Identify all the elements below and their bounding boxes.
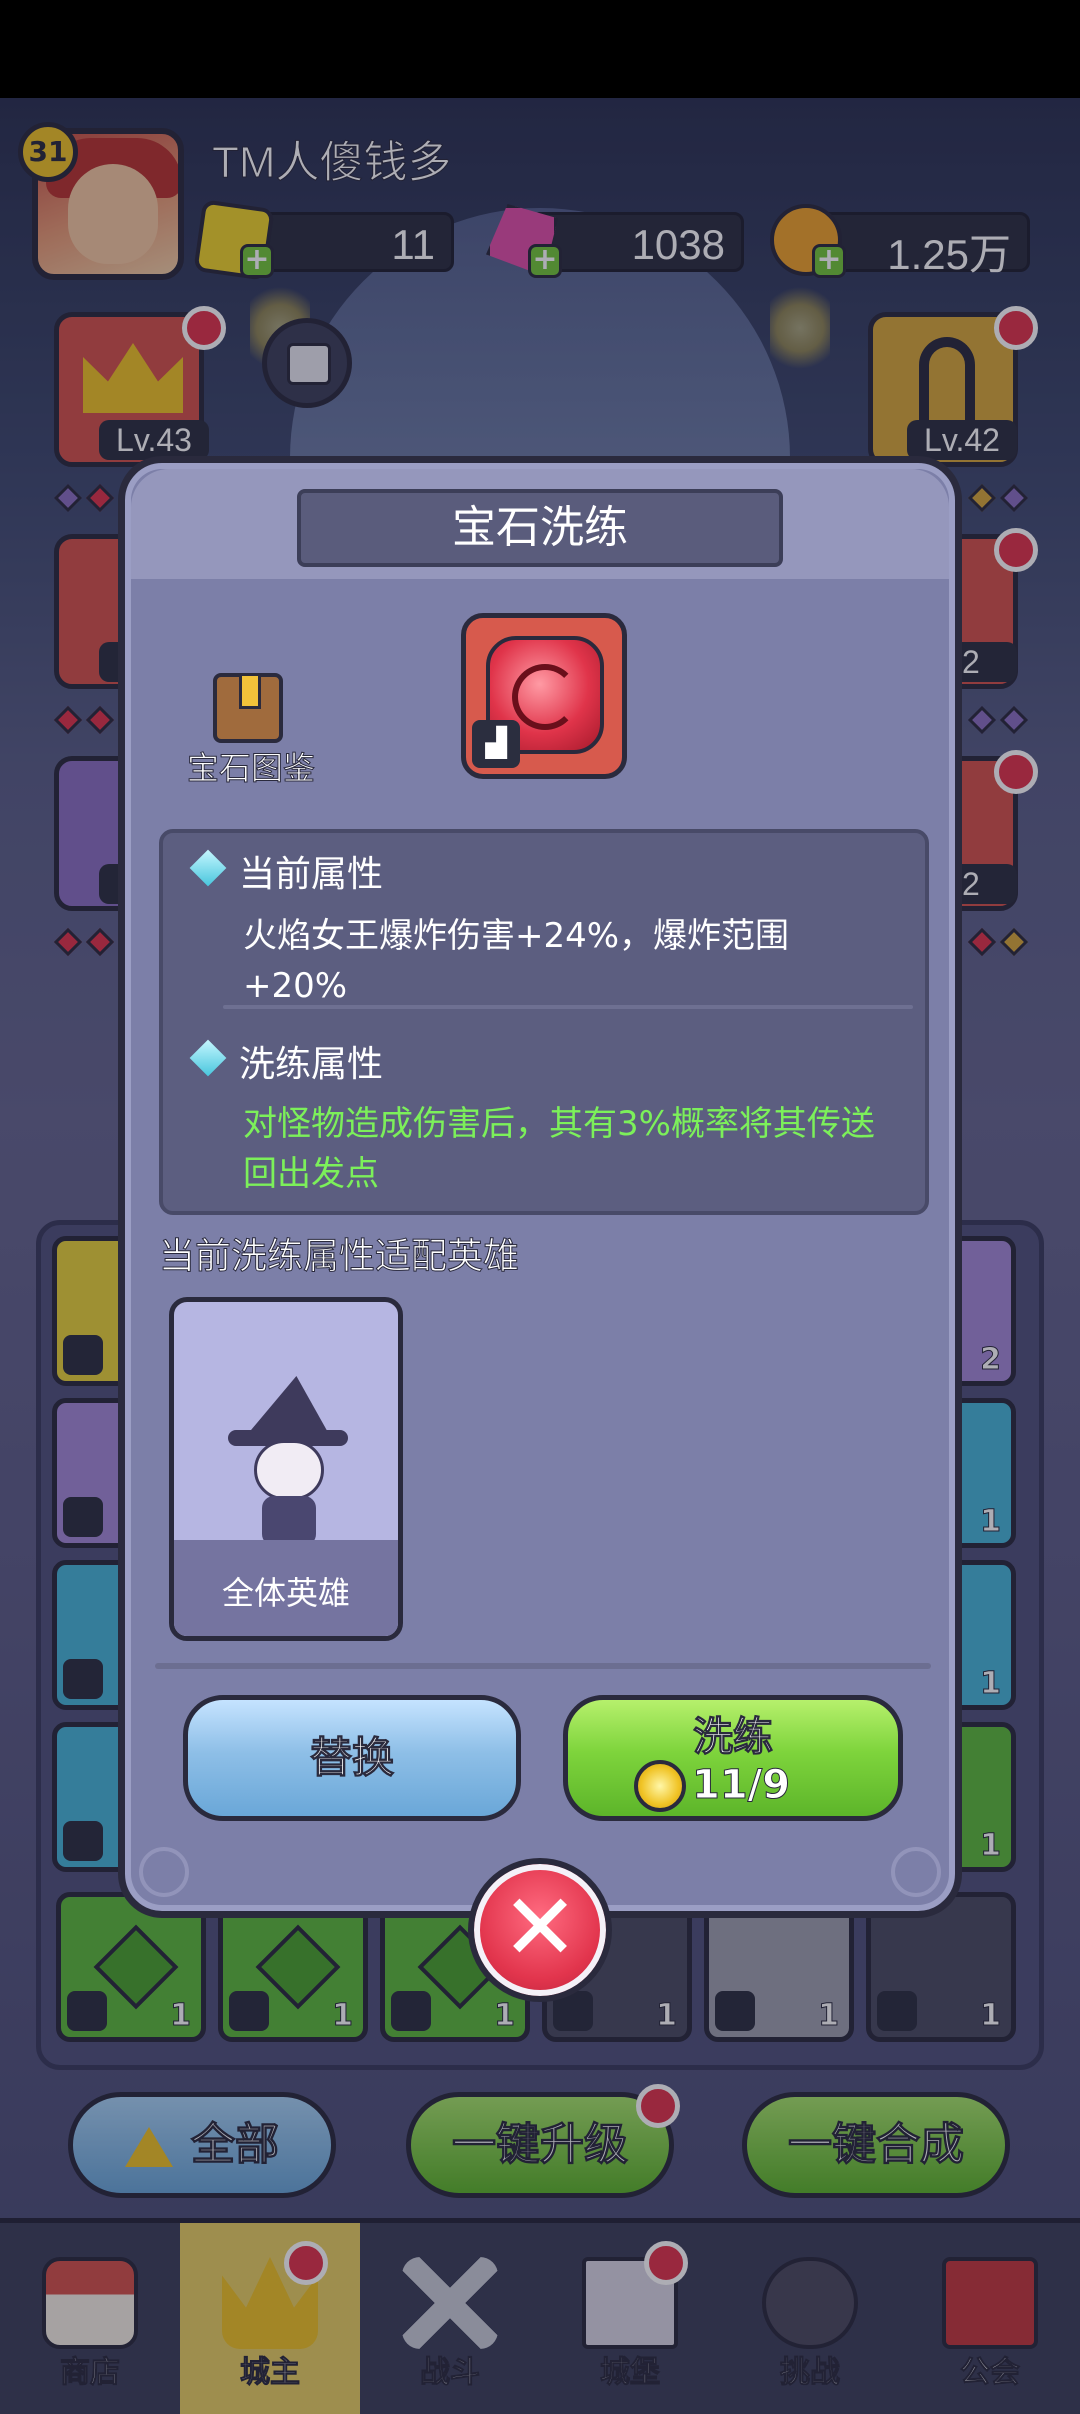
attribute-panel: 当前属性 火焰女王爆炸伤害+24%，爆炸范围+20% 洗练属性 对怪物造成伤害后… bbox=[159, 829, 929, 1215]
replace-button[interactable]: 替换 bbox=[183, 1695, 521, 1821]
current-attribute-text: 火焰女王爆炸伤害+24%，爆炸范围+20% bbox=[243, 916, 790, 1006]
gem-refine-dialog: 宝石洗练 宝石图鉴 ▟ 当前属性 火焰女王爆炸伤害+24%，爆炸范围+20% 洗… bbox=[118, 456, 962, 1918]
dialog-title: 宝石洗练 bbox=[297, 489, 783, 567]
close-icon: ✕ bbox=[501, 1874, 579, 1981]
refine-label: 洗练 bbox=[693, 1714, 774, 1761]
coin-icon bbox=[634, 1760, 686, 1812]
witch-hat-icon bbox=[246, 1376, 330, 1436]
attribute-divider bbox=[223, 1005, 913, 1009]
replace-label: 替换 bbox=[309, 1733, 394, 1783]
hero-card-all[interactable]: 全体英雄 bbox=[169, 1297, 403, 1641]
corner-ornament bbox=[139, 1847, 189, 1897]
refine-cost: 11/9 bbox=[691, 1762, 791, 1809]
selected-gem[interactable]: ▟ bbox=[461, 613, 627, 779]
hero-card-label: 全体英雄 bbox=[221, 1574, 350, 1612]
gem-codex-label: 宝石图鉴 bbox=[186, 749, 315, 788]
spiral-icon bbox=[512, 664, 578, 730]
refine-attribute-text: 对怪物造成伤害后，其有3%概率将其传送回出发点 bbox=[243, 1104, 875, 1194]
refine-attribute-title: 洗练属性 bbox=[239, 1044, 384, 1085]
book-icon bbox=[213, 673, 283, 743]
close-button[interactable]: ✕ bbox=[468, 1858, 612, 2002]
diamond-bullet-icon bbox=[189, 849, 227, 887]
gem-codex-button[interactable]: 宝石图鉴 bbox=[171, 673, 316, 793]
dialog-divider bbox=[155, 1663, 931, 1669]
diamond-bullet-icon bbox=[189, 1039, 227, 1077]
corner-ornament bbox=[891, 1847, 941, 1897]
boot-icon: ▟ bbox=[472, 720, 520, 768]
suitable-heroes-label: 当前洗练属性适配英雄 bbox=[158, 1236, 520, 1278]
refine-button[interactable]: 洗练 11/9 bbox=[563, 1695, 903, 1821]
hero-body bbox=[262, 1496, 316, 1546]
hero-head bbox=[254, 1440, 324, 1500]
current-attribute-title: 当前属性 bbox=[239, 854, 384, 895]
